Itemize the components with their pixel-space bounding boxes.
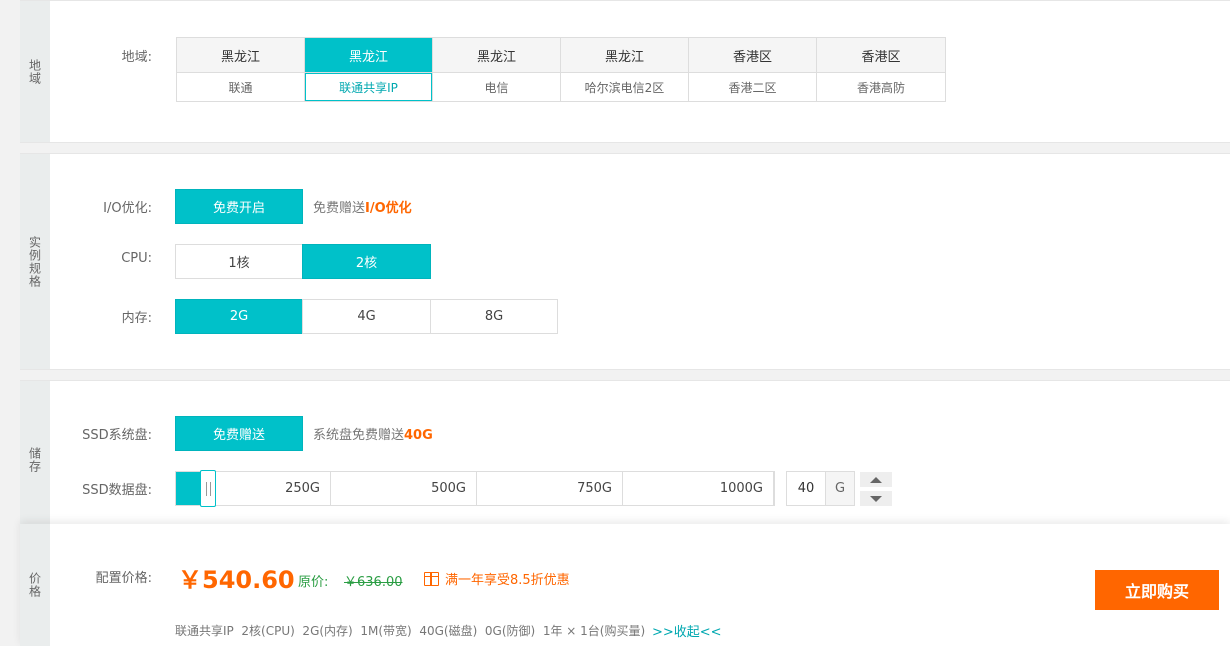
region-line: 香港高防: [856, 80, 905, 95]
original-price-label: 原价:: [298, 575, 329, 590]
slider-tick: 1000G: [623, 472, 774, 505]
region-option-selected[interactable]: 黑龙江 联通共享IP: [305, 38, 433, 101]
region-province: 香港区: [817, 38, 945, 73]
region-line: 电信: [484, 80, 509, 95]
region-option[interactable]: 香港区 香港高防: [817, 38, 945, 101]
system-disk-note: 系统盘免费赠送40G: [313, 424, 433, 443]
chevron-down-icon: [870, 495, 882, 502]
original-price: ￥636.00: [344, 575, 403, 590]
memory-option-2g[interactable]: 2G: [175, 299, 303, 334]
memory-options: 2G 4G 8G: [175, 299, 558, 334]
slider-tick: 500G: [331, 472, 477, 505]
slider-handle[interactable]: [200, 470, 216, 507]
region-side-label: 地域: [20, 1, 50, 142]
region-line: 香港二区: [728, 80, 777, 95]
region-option[interactable]: 黑龙江 电信: [433, 38, 561, 101]
system-disk-free-button[interactable]: 免费赠送: [175, 416, 303, 451]
region-section: 地域 地域: 黑龙江 联通 黑龙江 联通共享IP 黑龙江 电信 黑龙江 哈尔滨电…: [20, 0, 1230, 143]
data-disk-slider[interactable]: 250G 500G 750G 1000G: [175, 470, 775, 507]
chevron-up-icon: [870, 476, 882, 483]
price-bar: 价格 配置价格: ￥540.60 原价: ￥636.00 满一年享受8.5折优惠…: [20, 524, 1230, 646]
region-province: 黑龙江: [305, 38, 432, 73]
spec-section: 实例规格 I/O优化: 免费开启 免费赠送I/O优化 CPU: 1核 2核 内存…: [20, 153, 1230, 370]
region-province: 香港区: [689, 38, 816, 73]
system-disk-label: SSD系统盘:: [82, 428, 152, 443]
io-row: 免费开启: [175, 189, 303, 224]
io-note-highlight: I/O优化: [365, 201, 412, 216]
cpu-label: CPU:: [121, 251, 152, 266]
promo-text: 满一年享受8.5折优惠: [445, 573, 570, 588]
promo: 满一年享受8.5折优惠: [424, 569, 570, 588]
gift-icon: [424, 571, 439, 586]
data-disk-size-input[interactable]: [787, 472, 825, 505]
region-province: 黑龙江: [561, 38, 688, 73]
memory-option-8g[interactable]: 8G: [430, 299, 558, 334]
system-disk-note-prefix: 系统盘免费赠送: [313, 428, 405, 443]
cpu-options: 1核 2核: [175, 244, 431, 279]
cpu-option-2[interactable]: 2核: [302, 244, 431, 279]
region-line: 哈尔滨电信2区: [584, 80, 665, 95]
system-disk-note-highlight: 40G: [404, 428, 433, 443]
data-disk-label: SSD数据盘:: [82, 483, 152, 498]
region-option[interactable]: 黑龙江 联通: [177, 38, 305, 101]
config-summary: 联通共享IP 2核(CPU) 2G(内存) 1M(带宽) 40G(磁盘) 0G(…: [175, 624, 646, 638]
memory-label: 内存:: [121, 311, 152, 326]
region-option[interactable]: 香港区 香港二区: [689, 38, 817, 101]
data-disk-unit: G: [825, 472, 854, 505]
region-province: 黑龙江: [177, 38, 304, 73]
io-label: I/O优化:: [103, 201, 152, 216]
increment-button[interactable]: [860, 472, 892, 487]
data-disk-size-input-group: G: [786, 471, 855, 506]
collapse-link[interactable]: >>收起<<: [652, 621, 722, 640]
region-line: 联通共享IP: [305, 73, 432, 101]
memory-option-4g[interactable]: 4G: [302, 299, 431, 334]
region-line: 联通: [228, 80, 253, 95]
io-enable-button[interactable]: 免费开启: [175, 189, 303, 224]
decrement-button[interactable]: [860, 491, 892, 506]
io-note: 免费赠送I/O优化: [313, 197, 412, 216]
region-option[interactable]: 黑龙江 哈尔滨电信2区: [561, 38, 689, 101]
io-note-prefix: 免费赠送: [313, 201, 366, 216]
price-label: 配置价格:: [95, 571, 152, 586]
system-disk-row: 免费赠送: [175, 416, 303, 451]
buy-now-button[interactable]: 立即购买: [1095, 570, 1219, 610]
storage-side-label: 储存: [20, 381, 50, 539]
cpu-option-1[interactable]: 1核: [175, 244, 303, 279]
storage-section: 储存 SSD系统盘: 免费赠送 系统盘免费赠送40G SSD数据盘: 250G …: [20, 380, 1230, 540]
slider-tick: 750G: [477, 472, 623, 505]
region-grid: 黑龙江 联通 黑龙江 联通共享IP 黑龙江 电信 黑龙江 哈尔滨电信2区 香港区…: [176, 37, 946, 102]
region-label: 地域:: [121, 50, 152, 65]
current-price: ￥540.60: [178, 566, 295, 594]
region-province: 黑龙江: [433, 38, 560, 73]
